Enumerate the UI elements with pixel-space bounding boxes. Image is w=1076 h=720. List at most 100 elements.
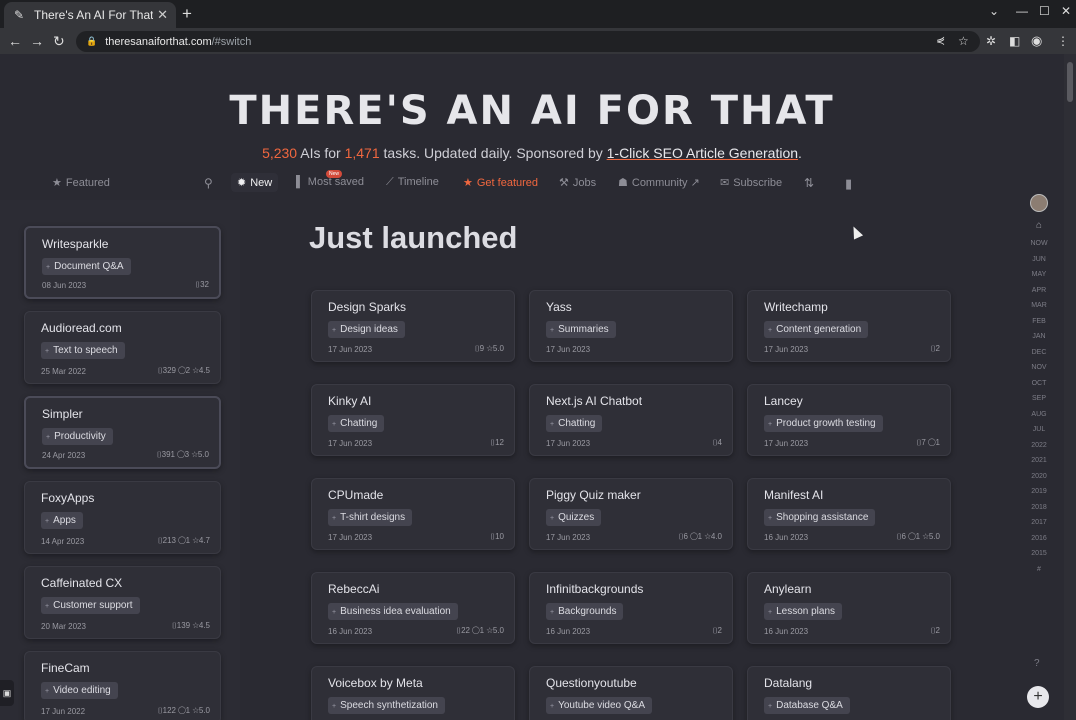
tool-card[interactable]: Next.js AI Chatbot 17 Jun 2023 ⌷4 + Chatting	[529, 384, 733, 456]
tool-card[interactable]: Voicebox by Meta + Speech synthetization	[311, 666, 515, 720]
chat-icon[interactable]: ▣	[0, 680, 14, 706]
add-button[interactable]: +	[1027, 686, 1049, 708]
tool-card[interactable]: Kinky AI 17 Jun 2023 ⌷12 + Chatting	[311, 384, 515, 456]
timeline-label[interactable]: 2015	[1022, 546, 1056, 562]
task-tag[interactable]: + Chatting	[328, 415, 385, 432]
timeline-label[interactable]: 2019	[1022, 484, 1056, 500]
timeline-label[interactable]: 2016	[1022, 531, 1056, 547]
task-tag[interactable]: + Content generation	[764, 321, 869, 338]
timeline-label[interactable]: JAN	[1022, 329, 1056, 345]
timeline-label[interactable]: 2018	[1022, 500, 1056, 516]
nav-get-featured[interactable]: ★ Get featured	[463, 176, 538, 189]
task-tag[interactable]: + Database Q&A	[764, 697, 850, 714]
timeline-label[interactable]: SEP	[1022, 391, 1056, 407]
timeline-label[interactable]: 2021	[1022, 453, 1056, 469]
browser-tab[interactable]: ✎ There's An AI For That - Th ✕	[4, 2, 176, 28]
nav-featured[interactable]: ★ Featured	[52, 176, 110, 189]
timeline-label[interactable]: AUG	[1022, 407, 1056, 423]
home-icon[interactable]: ⌂	[1022, 220, 1056, 231]
task-tag[interactable]: + Quizzes	[546, 509, 602, 526]
task-tag[interactable]: + Summaries	[546, 321, 616, 338]
tool-card[interactable]: Writesparkle 08 Jun 2023 ⌷32 + Document Q&A	[24, 226, 221, 299]
timeline-label[interactable]: 2017	[1022, 515, 1056, 531]
timeline-label[interactable]: MAR	[1022, 298, 1056, 314]
side-panel-icon[interactable]: ◧	[1009, 32, 1020, 50]
task-tag[interactable]: + T-shirt designs	[328, 509, 413, 526]
timeline-label[interactable]: JUL	[1022, 422, 1056, 438]
tool-card[interactable]: FoxyApps 14 Apr 2023 ⌷213 ◯1 ☆4.7 + Apps	[24, 481, 221, 554]
share-icon[interactable]: ⋞	[936, 32, 945, 50]
task-tag[interactable]: + Youtube video Q&A	[546, 697, 653, 714]
bookmark-icon[interactable]: ▮	[845, 176, 852, 192]
tool-card[interactable]: Simpler 24 Apr 2023 ⌷391 ◯3 ☆5.0 + Productiv…	[24, 396, 221, 469]
nav-most-saved[interactable]: New ▌ Most saved	[296, 170, 364, 188]
task-tag[interactable]: + Business idea evaluation	[328, 603, 458, 620]
nav-timeline[interactable]: ⟋ Timeline	[386, 176, 439, 189]
task-tag[interactable]: + Text to speech	[41, 342, 125, 359]
tab-close-icon[interactable]: ✕	[157, 7, 168, 23]
nav-jobs[interactable]: ⚒ Jobs	[559, 176, 596, 189]
tool-card[interactable]: RebeccAi 16 Jun 2023 ⌷22 ◯1 ☆5.0 + Business …	[311, 572, 515, 644]
menu-icon[interactable]: ⋮	[1057, 32, 1069, 50]
scrollbar-thumb[interactable]	[1067, 62, 1073, 102]
timeline-label[interactable]: MAY	[1022, 267, 1056, 283]
avatar[interactable]	[1030, 194, 1048, 212]
reload-icon[interactable]: ↻	[53, 32, 65, 50]
tool-card[interactable]: Infinitbackgrounds 16 Jun 2023 ⌷2 + Backgrou…	[529, 572, 733, 644]
bookmark-star-icon[interactable]: ☆	[958, 32, 969, 50]
timeline-label[interactable]: 2022	[1022, 438, 1056, 454]
task-tag[interactable]: + Product growth testing	[764, 415, 883, 432]
task-tag[interactable]: + Chatting	[546, 415, 603, 432]
timeline-label[interactable]: #	[1022, 562, 1056, 578]
task-tag[interactable]: + Lesson plans	[764, 603, 843, 620]
sort-icon[interactable]: ⇅	[804, 176, 814, 190]
sponsor-link[interactable]: 1-Click SEO Article Generation	[607, 145, 798, 161]
task-tag[interactable]: + Video editing	[41, 682, 118, 699]
search-icon[interactable]: ⚲	[204, 176, 213, 190]
timeline-label[interactable]: APR	[1022, 283, 1056, 299]
timeline-label[interactable]: NOW	[1022, 236, 1056, 252]
nav-new[interactable]: ✹ New	[231, 173, 279, 192]
help-icon[interactable]: ?	[1034, 658, 1040, 669]
tab-search-icon[interactable]: ⌄	[989, 4, 999, 18]
minimize-icon[interactable]: —	[1016, 4, 1028, 18]
extensions-icon[interactable]: ✲	[986, 32, 996, 50]
task-tag[interactable]: + Backgrounds	[546, 603, 624, 620]
timeline-label[interactable]: JUN	[1022, 252, 1056, 268]
page-scrollbar[interactable]	[1064, 54, 1076, 720]
tool-card[interactable]: Questionyoutube + Youtube video Q&A	[529, 666, 733, 720]
task-tag[interactable]: + Design ideas	[328, 321, 405, 338]
tool-card[interactable]: FineCam 17 Jun 2022 ⌷122 ◯1 ☆5.0 + Video edi…	[24, 651, 221, 720]
tool-card[interactable]: Lancey 17 Jun 2023 ⌷7 ◯1 + Product growth te…	[747, 384, 951, 456]
nav-subscribe[interactable]: ✉ Subscribe	[720, 176, 782, 189]
maximize-icon[interactable]: ☐	[1039, 4, 1050, 18]
timeline-label[interactable]: NOV	[1022, 360, 1056, 376]
address-bar[interactable]: 🔒 theresanaiforthat.com/#switch	[76, 31, 980, 52]
new-tab-button[interactable]: +	[182, 5, 192, 23]
task-tag[interactable]: + Document Q&A	[42, 258, 131, 275]
timeline-label[interactable]: DEC	[1022, 345, 1056, 361]
tool-card[interactable]: Design Sparks 17 Jun 2023 ⌷9 ☆5.0 + Design i…	[311, 290, 515, 362]
forward-icon[interactable]: →	[30, 32, 44, 50]
tool-card[interactable]: Writechamp 17 Jun 2023 ⌷2 + Content generati…	[747, 290, 951, 362]
task-tag[interactable]: + Speech synthetization	[328, 697, 445, 714]
nav-community[interactable]: ☗ Community ↗	[618, 176, 700, 189]
tool-card[interactable]: Caffeinated CX 20 Mar 2023 ⌷139 ☆4.5 + Custo…	[24, 566, 221, 639]
task-tag[interactable]: + Apps	[41, 512, 83, 529]
tool-card[interactable]: Audioread.com 25 Mar 2022 ⌷329 ◯2 ☆4.5 + Tex…	[24, 311, 221, 384]
tool-card[interactable]: Piggy Quiz maker 17 Jun 2023 ⌷6 ◯1 ☆4.0 + Qu…	[529, 478, 733, 550]
tool-card[interactable]: CPUmade 17 Jun 2023 ⌷10 + T-shirt designs	[311, 478, 515, 550]
timeline-label[interactable]: 2020	[1022, 469, 1056, 485]
tool-card[interactable]: Anylearn 16 Jun 2023 ⌷2 + Lesson plans	[747, 572, 951, 644]
tool-card[interactable]: Yass 17 Jun 2023 + Summaries	[529, 290, 733, 362]
tool-card[interactable]: Datalang + Database Q&A	[747, 666, 951, 720]
task-tag[interactable]: + Shopping assistance	[764, 509, 876, 526]
timeline-label[interactable]: OCT	[1022, 376, 1056, 392]
task-tag[interactable]: + Productivity	[42, 428, 113, 445]
back-icon[interactable]: ←	[8, 32, 22, 50]
tool-card[interactable]: Manifest AI 16 Jun 2023 ⌷6 ◯1 ☆5.0 + Shoppin…	[747, 478, 951, 550]
close-window-icon[interactable]: ✕	[1061, 4, 1071, 18]
task-tag[interactable]: + Customer support	[41, 597, 140, 614]
profile-icon[interactable]: ◉	[1031, 32, 1042, 50]
timeline-label[interactable]: FEB	[1022, 314, 1056, 330]
